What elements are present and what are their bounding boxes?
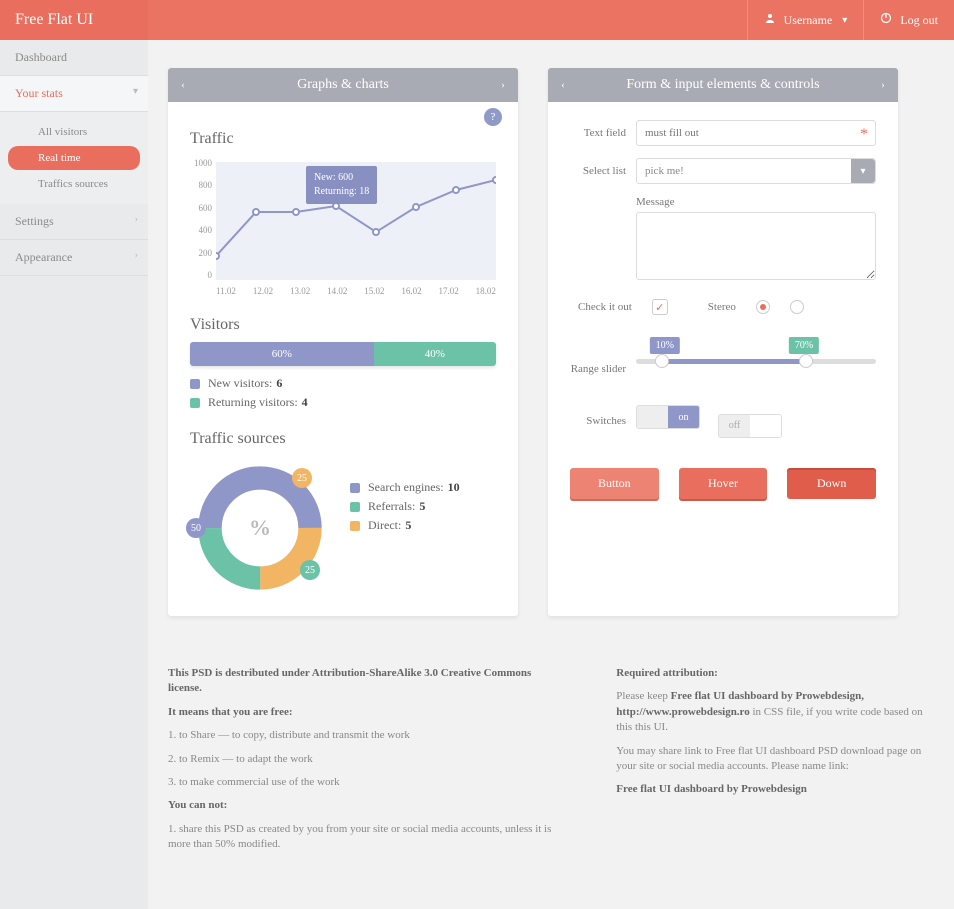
panel-title: Graphs & charts xyxy=(198,77,488,93)
slider-value-high: 70% xyxy=(789,337,819,354)
checkbox-label: Check it out xyxy=(578,301,632,313)
radio-group-label: Stereo xyxy=(708,301,736,313)
subnav-your-stats: All visitors Real time Traffics sources xyxy=(0,112,148,204)
select-list[interactable]: pick me! ▾ xyxy=(636,158,876,184)
panel-prev-button[interactable]: ‹ xyxy=(548,79,578,91)
chart-tooltip: New: 600 Returning: 18 xyxy=(306,166,377,204)
user-icon xyxy=(764,12,776,28)
subnav-traffic-sources[interactable]: Traffics sources xyxy=(8,172,140,196)
button-normal[interactable]: Button xyxy=(570,468,659,499)
main-content: ‹ Graphs & charts › ? Traffic 1000 800 6… xyxy=(148,40,954,909)
panel-header: ‹ Form & input elements & controls › xyxy=(548,68,898,102)
checkbox-check-it-out[interactable]: ✓ xyxy=(652,299,668,315)
slider-value-low: 10% xyxy=(650,337,680,354)
sources-title: Traffic sources xyxy=(190,430,496,448)
required-icon: * xyxy=(860,126,868,144)
legend-referrals: Referrals:5 xyxy=(350,499,496,514)
button-hover[interactable]: Hover xyxy=(679,468,768,499)
panel-header: ‹ Graphs & charts › xyxy=(168,68,518,102)
chevron-down-icon: ▾ xyxy=(842,15,847,26)
legend-direct: Direct:5 xyxy=(350,518,496,533)
logo: Free Flat UI xyxy=(0,0,148,40)
panel-next-button[interactable]: › xyxy=(868,79,898,91)
panel-title: Form & input elements & controls xyxy=(578,77,868,93)
nav-your-stats[interactable]: Your stats ▾ xyxy=(0,76,148,112)
power-icon xyxy=(880,12,892,28)
logout-label: Log out xyxy=(900,13,938,28)
button-down[interactable]: Down xyxy=(787,468,876,499)
visitors-bar: 60% 40% xyxy=(190,342,496,366)
logout-button[interactable]: Log out xyxy=(863,0,954,40)
donut-badge-search: 50 xyxy=(186,518,206,538)
traffic-title: Traffic xyxy=(190,130,496,148)
help-icon[interactable]: ? xyxy=(484,108,502,126)
chart-x-axis: 11.0212.0213.0214.0215.0216.0217.0218.02 xyxy=(216,286,496,296)
select-label: Select list xyxy=(570,165,636,177)
visitors-title: Visitors xyxy=(190,316,496,334)
user-menu[interactable]: Username ▾ xyxy=(747,0,864,40)
range-slider[interactable]: 10% 70% xyxy=(636,345,876,375)
chevron-right-icon: › xyxy=(135,214,138,225)
donut-badge-direct: 25 xyxy=(292,468,312,488)
switches-label: Switches xyxy=(570,415,636,427)
text-field-input[interactable] xyxy=(636,120,876,146)
text-field-label: Text field xyxy=(570,127,636,139)
legend-returning: Returning visitors:4 xyxy=(190,395,496,410)
legend-new: New visitors:6 xyxy=(190,376,496,391)
nav-appearance[interactable]: Appearance › xyxy=(0,240,148,276)
sidebar: Dashboard Your stats ▾ All visitors Real… xyxy=(0,40,148,909)
nav-dashboard[interactable]: Dashboard xyxy=(0,40,148,76)
username-label: Username xyxy=(784,13,833,28)
slider-thumb-high[interactable] xyxy=(799,354,813,368)
panel-graphs-charts: ‹ Graphs & charts › ? Traffic 1000 800 6… xyxy=(168,68,518,616)
message-textarea[interactable] xyxy=(636,212,876,280)
visitors-returning-segment: 40% xyxy=(374,342,496,366)
range-slider-label: Range slider xyxy=(570,363,636,375)
traffic-sources-donut: % 25 25 50 xyxy=(190,458,330,598)
radio-stereo-2[interactable] xyxy=(790,300,804,314)
panel-next-button[interactable]: › xyxy=(488,79,518,91)
switch-on[interactable]: on xyxy=(636,405,700,429)
license-footer: This PSD is destributed under Attributio… xyxy=(168,646,934,881)
subnav-all-visitors[interactable]: All visitors xyxy=(8,120,140,144)
chart-y-axis: 1000 800 600 400 200 0 xyxy=(190,156,216,296)
panel-form-elements: ‹ Form & input elements & controls › Tex… xyxy=(548,68,898,616)
traffic-chart: 1000 800 600 400 200 0 xyxy=(190,156,496,296)
nav-settings[interactable]: Settings › xyxy=(0,204,148,240)
visitors-new-segment: 60% xyxy=(190,342,374,366)
message-label: Message xyxy=(636,196,876,208)
chevron-right-icon: › xyxy=(135,250,138,261)
donut-center: % xyxy=(249,515,271,541)
chevron-down-icon[interactable]: ▾ xyxy=(851,159,875,183)
subnav-real-time[interactable]: Real time xyxy=(8,146,140,170)
legend-search: Search engines:10 xyxy=(350,480,496,495)
radio-stereo-1[interactable] xyxy=(756,300,770,314)
switch-off[interactable]: off xyxy=(718,414,782,438)
chevron-down-icon: ▾ xyxy=(133,86,138,97)
panel-prev-button[interactable]: ‹ xyxy=(168,79,198,91)
top-bar: Free Flat UI Username ▾ Log out xyxy=(0,0,954,40)
donut-badge-referrals: 25 xyxy=(300,560,320,580)
slider-thumb-low[interactable] xyxy=(655,354,669,368)
